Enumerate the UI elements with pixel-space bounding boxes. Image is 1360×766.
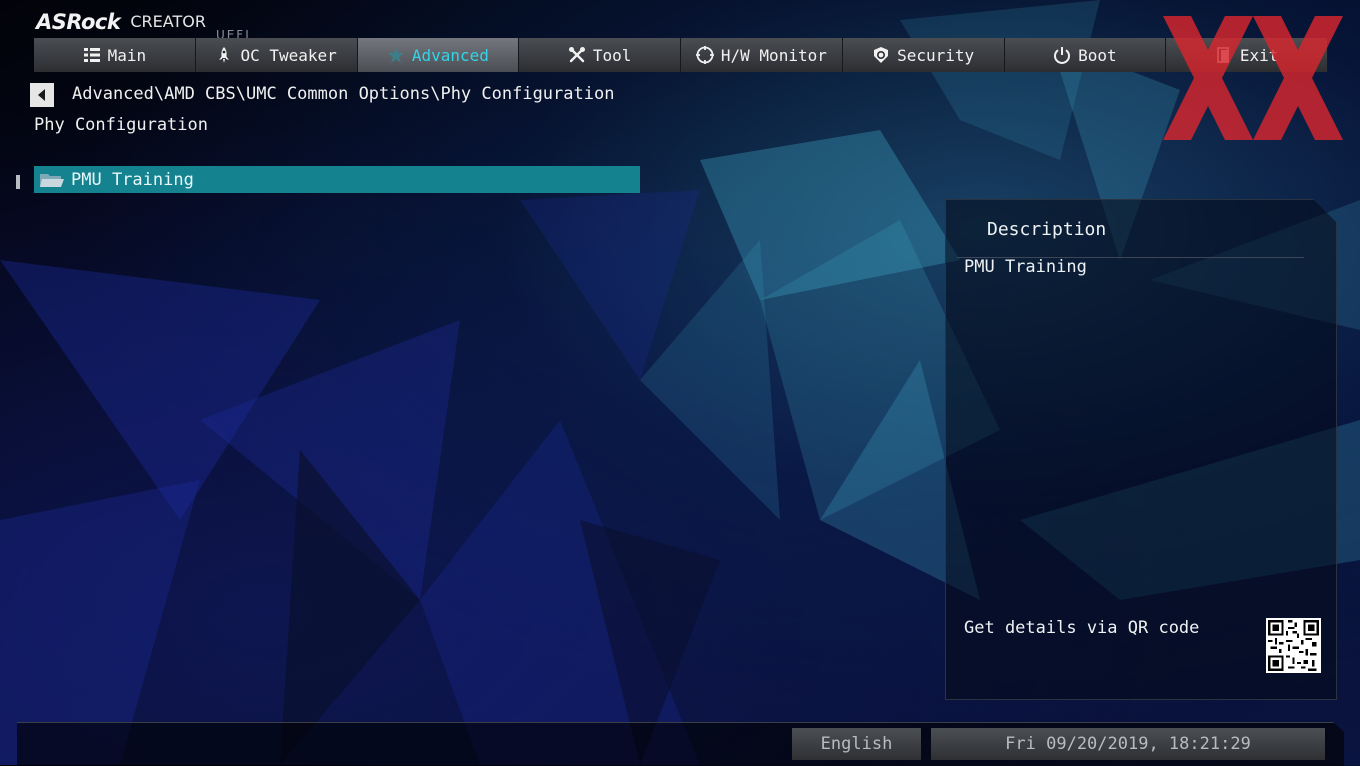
tab-hw-monitor[interactable]: H/W Monitor [681, 38, 843, 72]
back-button[interactable] [30, 83, 54, 107]
tab-label: Main [107, 45, 147, 65]
brand-name: ASRock [36, 10, 121, 34]
language-button[interactable]: English [792, 728, 921, 760]
datetime-display: Fri 09/20/2019, 18:21:29 [931, 728, 1325, 760]
tab-security[interactable]: Security [842, 38, 1005, 72]
product-name: CREATOR [130, 12, 206, 31]
qr-code-image [1266, 618, 1321, 673]
tab-label: H/W Monitor [720, 45, 827, 65]
tab-main[interactable]: Main [34, 38, 196, 72]
description-heading: Description [987, 219, 1107, 240]
tab-boot[interactable]: Boot [1004, 38, 1167, 72]
arrow-left-icon [38, 89, 45, 101]
description-text: PMU Training [964, 257, 1087, 277]
tab-exit[interactable]: Exit [1166, 38, 1328, 72]
page-title: Phy Configuration [34, 115, 208, 135]
tab-label: OC Tweaker [240, 45, 337, 65]
folder-icon [40, 173, 64, 187]
star-icon [387, 46, 405, 64]
menu-item-pmu-training[interactable]: PMU Training [34, 166, 640, 193]
power-icon [1053, 46, 1071, 64]
exit-icon [1215, 46, 1233, 64]
menu-item-label: PMU Training [71, 169, 194, 190]
monitor-icon [695, 46, 714, 64]
asrock-creator-logo: ASRock CREATOR UEFI [36, 6, 251, 42]
shield-icon [872, 46, 890, 64]
tab-advanced[interactable]: Advanced [357, 38, 520, 72]
tab-label: Boot [1078, 45, 1117, 65]
rocket-icon [215, 46, 233, 64]
tools-icon [568, 46, 586, 64]
list-icon [83, 46, 101, 64]
tab-oc-tweaker[interactable]: OC Tweaker [195, 38, 358, 72]
scrollbar-indicator[interactable] [16, 175, 20, 189]
main-tab-bar: Main OC Tweaker Advanced Tool H/W Monito… [34, 38, 1328, 72]
tab-label: Advanced [411, 45, 489, 65]
tab-tool[interactable]: Tool [519, 38, 681, 72]
breadcrumb: Advanced\AMD CBS\UMC Common Options\Phy … [72, 84, 615, 104]
tab-label: Tool [592, 45, 632, 65]
tab-label: Exit [1239, 45, 1279, 65]
tab-label: Security [897, 45, 975, 65]
qr-details-text: Get details via QR code [964, 618, 1200, 638]
